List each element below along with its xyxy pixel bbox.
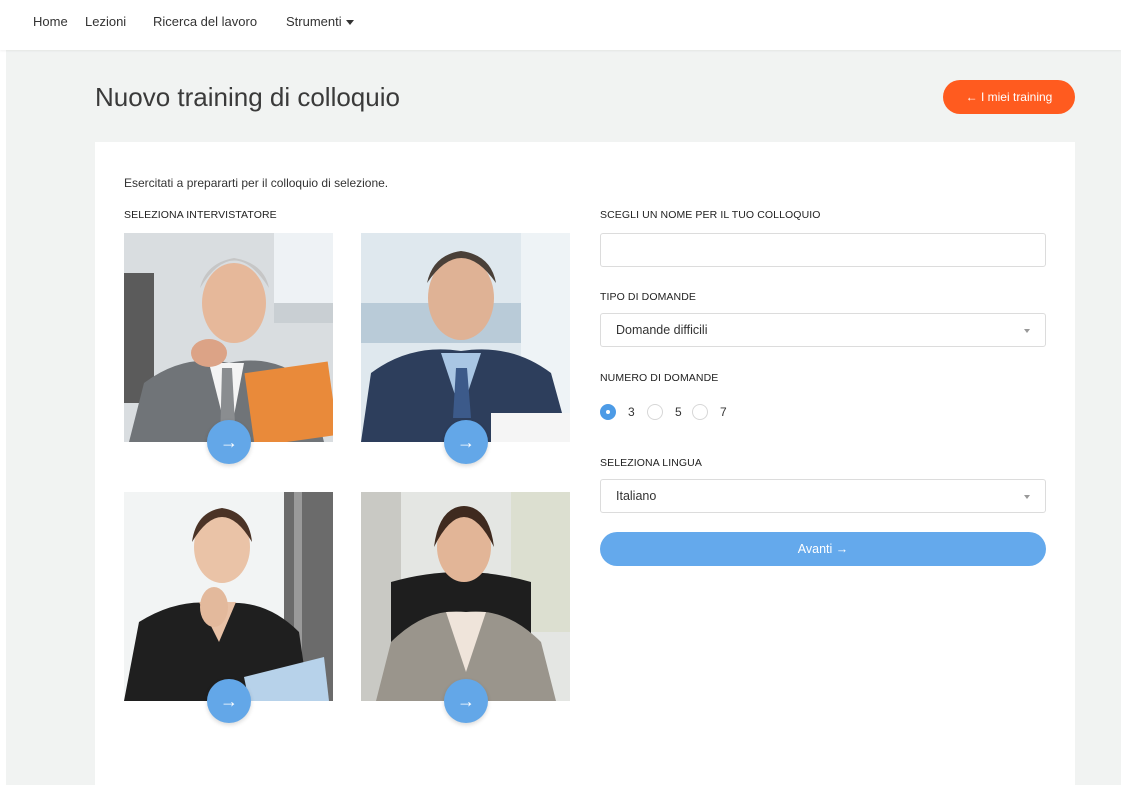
language-value: Italiano: [616, 489, 657, 503]
nav-strumenti[interactable]: Strumenti: [286, 14, 354, 29]
question-type-label: TIPO DI DOMANDE: [600, 291, 697, 303]
next-button[interactable]: Avanti →: [600, 532, 1046, 566]
question-count-radio-7[interactable]: [692, 404, 708, 420]
question-count-radio-3[interactable]: [600, 404, 616, 420]
interviewer-section-label: SELEZIONA INTERVISTATORE: [124, 209, 277, 221]
select-interviewer-1-button[interactable]: →: [207, 420, 251, 464]
nav-strumenti-label: Strumenti: [286, 14, 342, 29]
top-navbar: Home Lezioni Ricerca del lavoro Strument…: [0, 0, 1121, 50]
interviewer-photo-1[interactable]: [124, 233, 333, 442]
interview-name-label: SCEGLI UN NOME PER IL TUO COLLOQUIO: [600, 209, 821, 221]
interviewer-photo-2[interactable]: [361, 233, 570, 442]
question-count-radio-5[interactable]: [647, 404, 663, 420]
language-select[interactable]: Italiano: [600, 479, 1046, 513]
language-label: SELEZIONA LINGUA: [600, 457, 702, 469]
question-count-option-5: 5: [675, 405, 682, 419]
dropdown-arrow-icon: [1024, 329, 1030, 333]
nav-ricerca-lavoro[interactable]: Ricerca del lavoro: [153, 14, 257, 29]
intro-text: Esercitati a prepararti per il colloquio…: [124, 176, 389, 190]
nav-lezioni[interactable]: Lezioni: [85, 14, 126, 29]
question-type-select[interactable]: Domande difficili: [600, 313, 1046, 347]
select-interviewer-3-button[interactable]: →: [207, 679, 251, 723]
question-count-option-7: 7: [720, 405, 727, 419]
my-trainings-button[interactable]: ← I miei training: [943, 80, 1075, 114]
question-count-label: NUMERO DI DOMANDE: [600, 372, 719, 384]
select-interviewer-2-button[interactable]: →: [444, 420, 488, 464]
nav-home[interactable]: Home: [33, 14, 68, 29]
interviewer-photo-3[interactable]: [124, 492, 333, 701]
select-interviewer-4-button[interactable]: →: [444, 679, 488, 723]
page-title: Nuovo training di colloquio: [95, 82, 400, 112]
interviewer-photo-4[interactable]: [361, 492, 570, 701]
question-type-value: Domande difficili: [616, 323, 708, 337]
dropdown-arrow-icon: [1024, 495, 1030, 499]
question-count-option-3: 3: [628, 405, 635, 419]
caret-down-icon: [345, 20, 354, 26]
interview-name-input[interactable]: [600, 233, 1046, 267]
